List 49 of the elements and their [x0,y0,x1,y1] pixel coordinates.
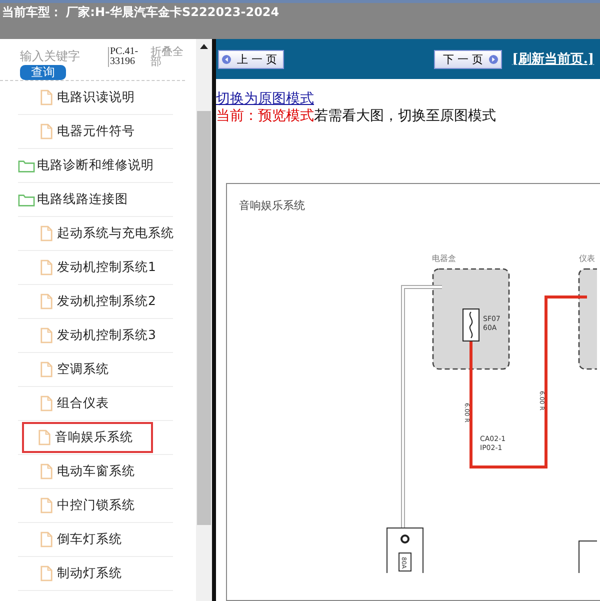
document-icon [40,293,53,310]
mode-hint: 若需看大图，切换至原图模式 [314,108,496,124]
document-icon [40,327,53,344]
left-arrow-icon [222,54,231,64]
diagram-title: 音响娱乐系统 [238,198,306,213]
document-icon [40,497,53,514]
document-icon [40,463,53,480]
tree-item[interactable]: 倒车灯系统 [32,525,130,554]
document-icon [40,123,53,140]
scrollbar[interactable] [196,39,212,601]
tree-item[interactable]: 发动机控制系统1 [32,253,164,282]
fuse-symbol [462,308,480,342]
tree-item[interactable]: 电路线路连接图 [12,185,136,214]
previous-page-button[interactable]: 上 一 页 [218,50,284,68]
tree-item[interactable]: 发动机控制系统3 [32,321,164,350]
tree-item[interactable]: 中控门锁系统 [32,491,143,520]
document-icon [40,225,53,242]
document-icon [40,395,53,412]
tree-item[interactable]: 制动灯系统 [32,559,130,588]
document-icon [40,89,53,106]
next-page-button[interactable]: 下 一 页 [434,50,502,68]
terminal-icon [400,534,410,544]
scroll-up-icon[interactable] [200,44,208,49]
box-label: 仪表 [579,254,595,263]
document-icon [40,259,53,276]
tree-item[interactable]: 电器元件符号 [32,117,143,146]
current-mode-label: 当前：预览模式 [216,108,314,124]
folder-icon [18,158,35,172]
tree-item[interactable]: 起动系统与充电系统 [32,219,182,248]
tree-item[interactable]: 电路诊断和维修说明 [12,151,162,180]
document-icon [40,565,53,582]
tree-item[interactable]: 组合仪表 [32,389,117,418]
document-icon [40,531,53,548]
document-icon [40,361,53,378]
tree-item[interactable]: 发动机控制系统2 [32,287,164,316]
tree-item[interactable]: 电动车窗系统 [32,457,143,486]
scrollbar-thumb[interactable] [197,111,211,525]
box-label: 电器盒 [432,254,456,263]
tree-item[interactable]: 音响娱乐系统 [22,422,153,453]
tree-item[interactable]: 空调系统 [32,355,117,384]
refresh-link[interactable]: [刷新当前页.] [512,50,594,68]
folder-icon [18,192,35,206]
search-button[interactable]: 查询 [20,65,66,80]
document-icon [38,429,51,446]
model-code: PC.41-33196 [108,47,144,67]
tree-item[interactable]: 电路识读说明 [32,83,143,112]
switch-mode-link[interactable]: 切换为原图模式 [216,91,314,107]
model-title: 当前车型： 厂家:H-华晨汽车金卡S222023-2024 [2,4,280,20]
right-arrow-icon [489,54,498,64]
